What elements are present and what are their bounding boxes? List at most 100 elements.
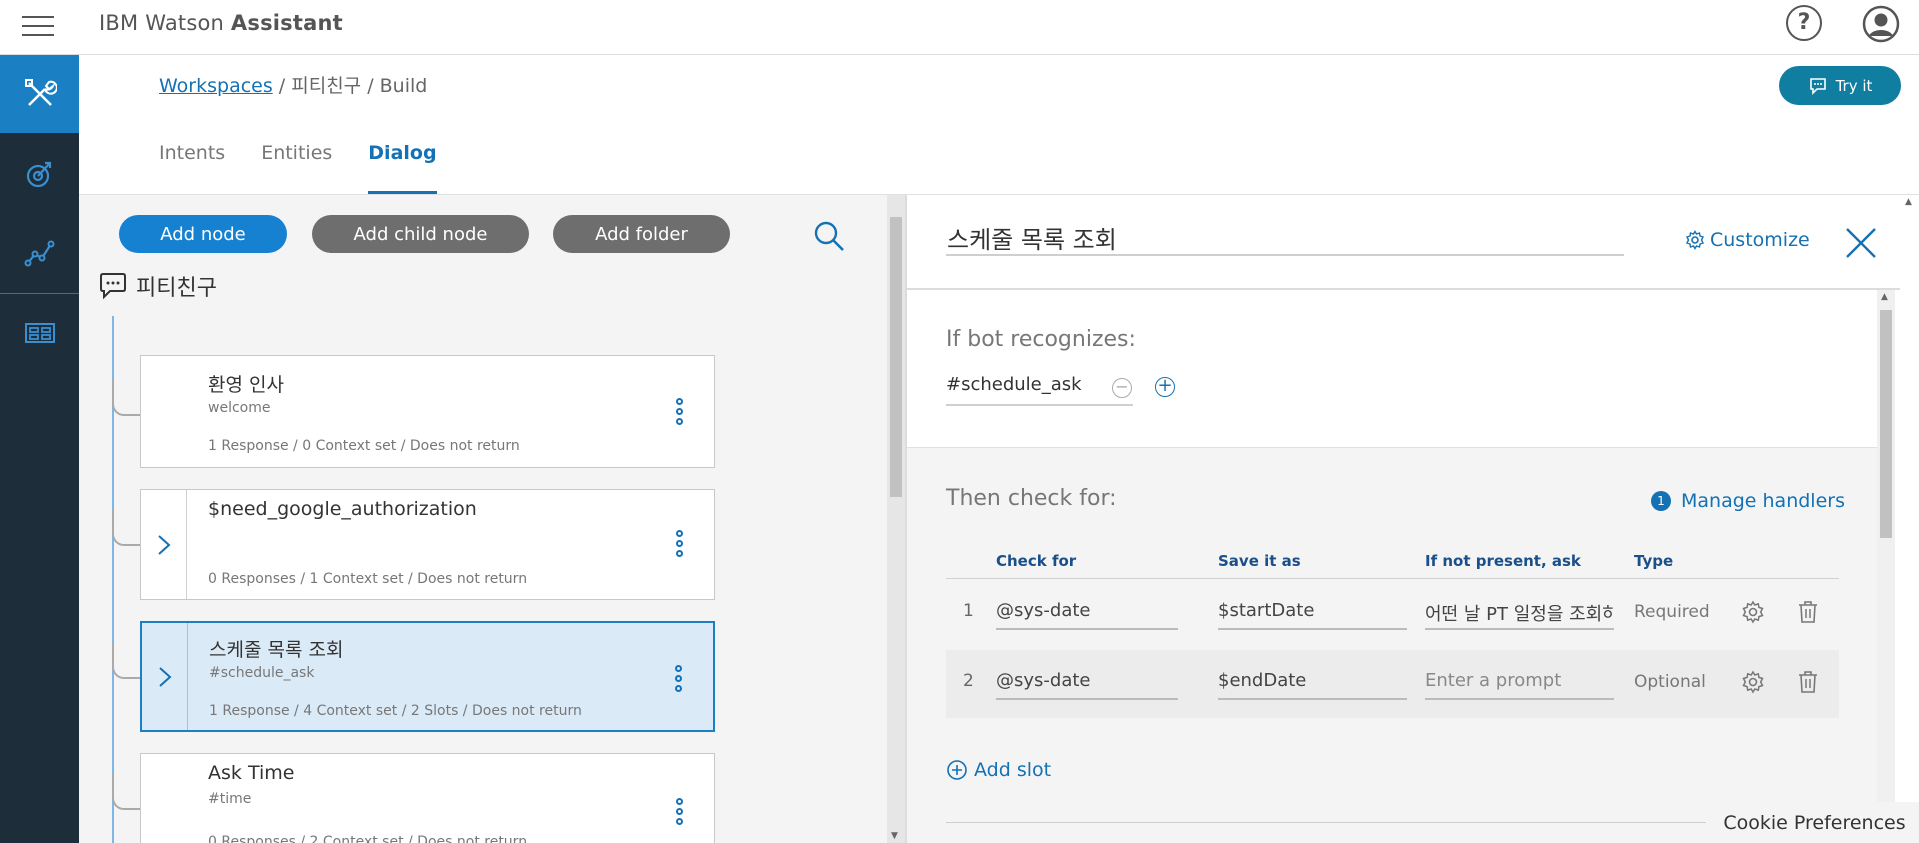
tree-connector — [112, 380, 142, 416]
cookie-preferences-button[interactable]: Cookie Preferences — [1710, 802, 1919, 843]
hamburger-menu-icon[interactable] — [22, 12, 54, 40]
app-title-bold: Assistant — [230, 11, 343, 35]
column-header-type: Type — [1634, 552, 1674, 570]
delete-slot-trash-icon[interactable] — [1797, 600, 1819, 624]
slot-prompt-input[interactable]: Enter a prompt — [1425, 670, 1614, 700]
customize-label: Customize — [1710, 229, 1810, 251]
rail-analytics-item[interactable] — [0, 214, 79, 292]
gear-icon — [1686, 230, 1704, 250]
node-overflow-menu-icon[interactable] — [674, 530, 684, 557]
node-meta: 0 Responses / 1 Context set / Does not r… — [208, 571, 528, 587]
customize-button[interactable]: Customize — [1685, 229, 1810, 251]
slot-check-for-input[interactable]: @sys-date — [996, 670, 1178, 700]
search-icon[interactable] — [812, 219, 846, 253]
add-folder-button[interactable]: Add folder — [553, 215, 730, 253]
manage-handlers-label: Manage handlers — [1681, 490, 1845, 512]
manage-handlers-button[interactable]: 1 Manage handlers — [1651, 490, 1845, 512]
dialog-node[interactable]: Ask Time #time 0 Responses / 2 Context s… — [140, 753, 715, 843]
improve-icon — [26, 161, 51, 188]
slot-check-for-input[interactable]: @sys-date — [996, 600, 1178, 630]
slots-header-border — [946, 578, 1839, 579]
tab-intents[interactable]: Intents — [159, 142, 225, 194]
detail-scrollbar[interactable]: ▲ — [1877, 290, 1895, 843]
dialog-node-selected[interactable]: 스케줄 목록 조회 #schedule_ask 1 Response / 4 C… — [140, 621, 715, 732]
slot-prompt-input[interactable]: 어떤 날 PT 일정을 조회하시겠어요? — [1425, 600, 1614, 630]
handlers-count-badge: 1 — [1651, 491, 1671, 511]
slot-save-as-input[interactable]: $startDate — [1218, 600, 1407, 630]
rail-build-item[interactable] — [0, 55, 79, 133]
node-condition: welcome — [208, 400, 271, 416]
left-nav-rail — [0, 55, 79, 843]
try-it-label: Try it — [1835, 76, 1873, 95]
slot-settings-gear-icon[interactable] — [1741, 670, 1765, 694]
node-overflow-menu-icon[interactable] — [673, 665, 683, 692]
try-it-button[interactable]: Try it — [1779, 66, 1901, 105]
node-meta: 1 Response / 0 Context set / Does not re… — [208, 438, 520, 454]
node-name-input[interactable]: 스케줄 목록 조회 — [946, 220, 1624, 256]
user-avatar-icon[interactable] — [1862, 5, 1900, 43]
tree-connector — [112, 774, 142, 810]
rail-deploy-item[interactable] — [0, 294, 79, 372]
column-header-save-as: Save it as — [1218, 552, 1301, 570]
tree-root: 피티친구 — [98, 270, 217, 302]
condition-section — [907, 290, 1877, 448]
tab-dialog[interactable]: Dialog — [368, 142, 437, 194]
slot-save-as-input[interactable]: $endDate — [1218, 670, 1407, 700]
remove-condition-icon[interactable]: − — [1112, 378, 1132, 398]
add-circle-icon — [947, 760, 967, 780]
dialog-node[interactable]: $need_google_authorization 0 Responses /… — [140, 489, 715, 600]
slot-type-label[interactable]: Required — [1634, 602, 1710, 622]
chat-bubble-icon — [100, 273, 126, 300]
tree-scrollbar-thumb[interactable] — [890, 217, 902, 497]
breadcrumb-rest: / 피티친구 / Build — [272, 75, 428, 97]
column-header-if-not-present: If not present, ask — [1425, 552, 1581, 570]
add-slot-label: Add slot — [974, 759, 1052, 781]
slot-row: 2 @sys-date $endDate Enter a prompt Opti… — [946, 650, 1839, 718]
workspace-tabs: Intents Entities Dialog — [159, 142, 473, 194]
node-overflow-menu-icon[interactable] — [674, 798, 684, 825]
delete-slot-trash-icon[interactable] — [1797, 670, 1819, 694]
add-slot-button[interactable]: Add slot — [946, 759, 1051, 781]
detail-scrollbar-thumb[interactable] — [1880, 310, 1892, 538]
node-title: Ask Time — [208, 762, 295, 784]
build-tools-icon — [24, 79, 57, 106]
top-header: IBM Watson Assistant ? — [0, 0, 1919, 55]
node-title: $need_google_authorization — [208, 498, 477, 520]
close-icon[interactable] — [1844, 226, 1878, 260]
add-child-node-button[interactable]: Add child node — [312, 215, 529, 253]
node-condition: #time — [208, 791, 252, 807]
slot-type-label[interactable]: Optional — [1634, 672, 1706, 692]
slot-settings-gear-icon[interactable] — [1741, 600, 1765, 624]
scroll-up-arrow-icon[interactable]: ▲ — [1905, 197, 1912, 207]
node-title: 스케줄 목록 조회 — [209, 639, 344, 661]
dialog-node[interactable]: 환영 인사 welcome 1 Response / 0 Context set… — [140, 355, 715, 468]
expand-chevron-icon[interactable] — [141, 490, 187, 599]
help-icon[interactable]: ? — [1786, 5, 1822, 41]
section-divider — [946, 822, 1706, 823]
deploy-icon — [24, 323, 55, 343]
slot-row: 1 @sys-date $startDate 어떤 날 PT 일정을 조회하시겠… — [946, 580, 1839, 648]
node-title: 환영 인사 — [208, 374, 284, 396]
tree-scrollbar[interactable]: ▼ — [887, 195, 905, 843]
analytics-icon — [24, 240, 54, 267]
rail-improve-item[interactable] — [0, 135, 79, 213]
breadcrumb-workspaces-link[interactable]: Workspaces — [159, 75, 273, 97]
slot-number: 2 — [963, 671, 974, 691]
expand-chevron-icon[interactable] — [142, 623, 188, 730]
breadcrumb: Workspaces / 피티친구 / Build — [159, 71, 427, 98]
add-node-button[interactable]: Add node — [119, 215, 287, 253]
then-check-for-label: Then check for: — [946, 486, 1117, 511]
chat-bubble-icon — [1809, 77, 1826, 95]
app-title: IBM Watson Assistant — [99, 11, 343, 35]
slot-number: 1 — [963, 601, 974, 621]
node-condition: #schedule_ask — [209, 665, 315, 681]
condition-input[interactable]: #schedule_ask — [946, 374, 1133, 406]
node-overflow-menu-icon[interactable] — [674, 398, 684, 425]
tab-entities[interactable]: Entities — [261, 142, 332, 194]
scroll-up-arrow-icon[interactable]: ▲ — [1881, 292, 1888, 302]
scroll-down-arrow-icon[interactable]: ▼ — [891, 831, 898, 841]
page-scrollbar[interactable]: ▲ — [1900, 195, 1919, 843]
tree-connector — [112, 643, 142, 679]
tree-root-label: 피티친구 — [136, 276, 217, 301]
add-condition-icon[interactable]: + — [1155, 377, 1175, 397]
